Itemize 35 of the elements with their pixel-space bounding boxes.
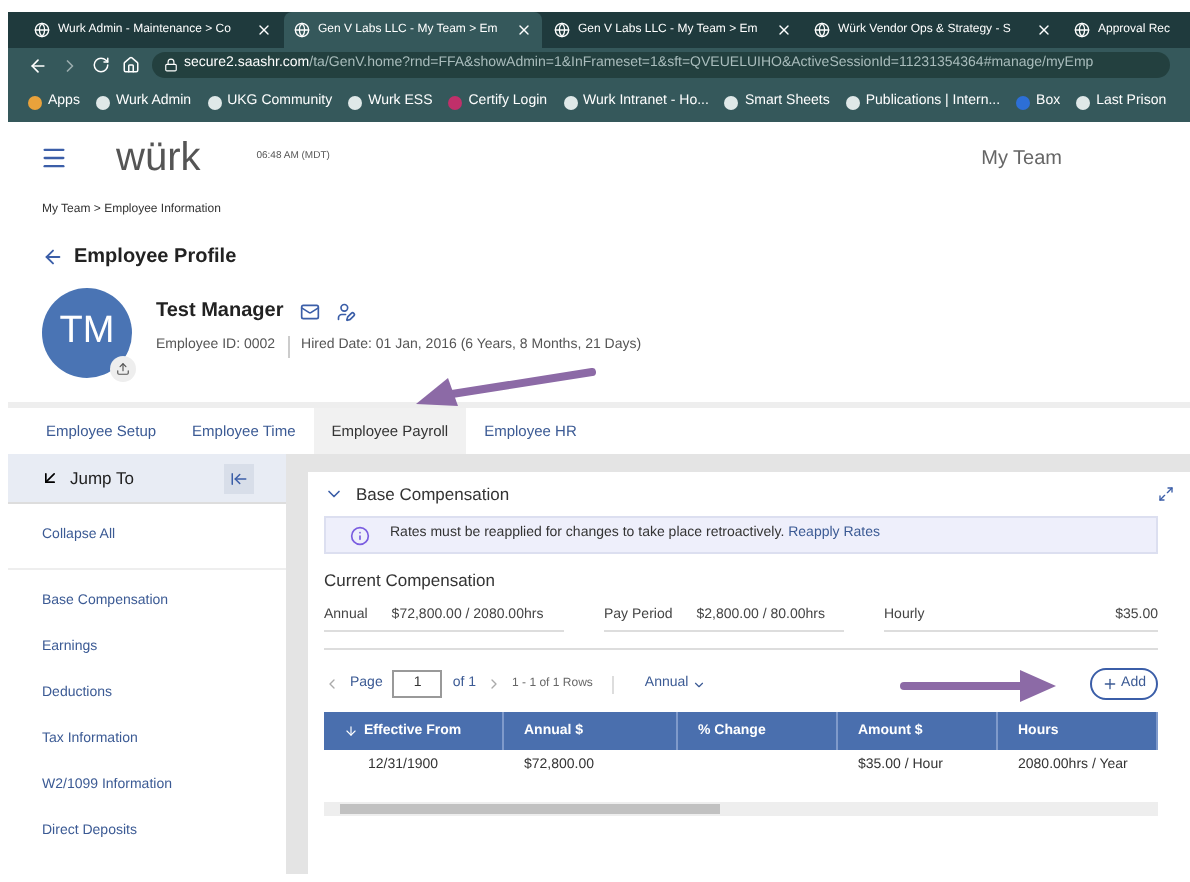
jump-icon [40,468,60,488]
close-icon[interactable] [516,22,532,38]
collapse-panel-button[interactable] [224,463,254,493]
avatar: TM [42,288,132,378]
close-icon[interactable] [1036,22,1052,38]
sort-down-icon [344,724,358,739]
upload-icon[interactable] [110,356,136,382]
back-icon[interactable] [42,246,64,268]
logo: würk [116,138,201,178]
close-icon[interactable] [256,22,272,38]
globe-icon [554,22,570,38]
globe-icon [1074,22,1090,38]
page-title: Employee Profile [74,244,237,272]
globe-icon [294,22,310,38]
close-icon[interactable] [776,22,792,38]
home-icon[interactable] [122,56,140,74]
plus-icon [1101,676,1118,693]
header-title: My Team [981,145,1062,173]
horizontal-scrollbar[interactable] [324,802,1158,817]
sidebar-title: Jump To [70,465,134,491]
lock-icon [164,58,178,72]
section-title: Base Compensation [356,481,510,507]
globe-icon [34,22,50,38]
user-edit-icon[interactable] [335,301,356,322]
current-compensation-title: Current Compensation [324,568,498,594]
globe-icon [814,22,830,38]
back-icon[interactable] [28,55,48,75]
employee-name: Test Manager [156,298,284,327]
mail-icon[interactable] [299,301,320,322]
collapse-left-icon [230,469,248,487]
reload-icon[interactable] [92,56,110,74]
caret-icon [692,677,707,692]
menu-icon[interactable] [40,144,68,172]
expand-icon[interactable] [1158,486,1174,502]
info-icon [350,525,370,545]
